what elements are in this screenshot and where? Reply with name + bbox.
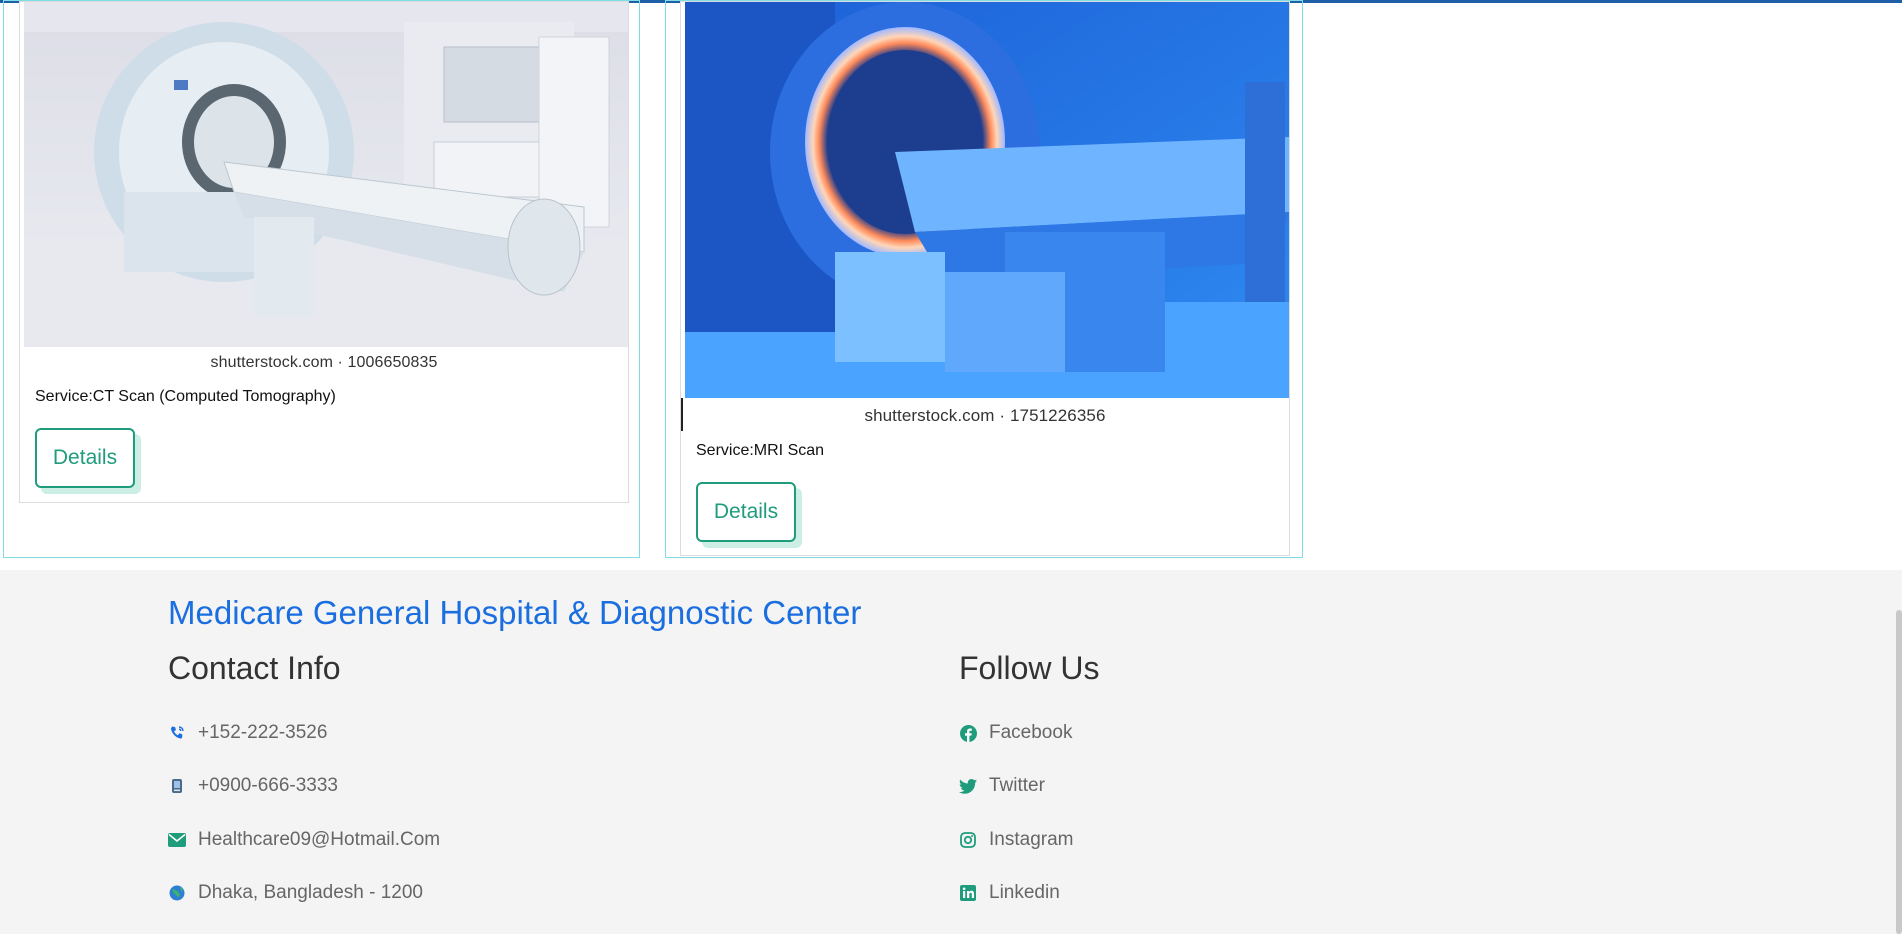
contact-text: Healthcare09@Hotmail.Com (198, 829, 441, 850)
social-twitter[interactable]: Twitter (959, 775, 1045, 797)
social-facebook[interactable]: Facebook (959, 722, 1072, 744)
phone-icon (168, 724, 186, 742)
service-label: Service:MRI Scan (696, 442, 825, 459)
contact-email[interactable]: Healthcare09@Hotmail.Com (168, 829, 440, 851)
image-watermark: shutterstock.com · 1751226356 (864, 406, 1106, 425)
twitter-icon (959, 777, 977, 795)
service-card-mri: shutterstock.com · 1751226356 Service:MR… (680, 1, 1290, 556)
globe-icon (168, 884, 186, 902)
mri-scanner-image (685, 2, 1289, 398)
footer-brand[interactable]: Medicare General Hospital & Diagnostic C… (168, 594, 861, 632)
contact-text: Dhaka, Bangladesh - 1200 (198, 882, 423, 903)
social-linkedin[interactable]: Linkedin (959, 882, 1060, 904)
linkedin-icon (959, 884, 977, 902)
follow-us-heading: Follow Us (959, 650, 1100, 686)
social-text: Twitter (989, 775, 1045, 796)
service-column-ct: shutterstock.com · 1006650835 Service:CT… (3, 0, 640, 558)
ct-scanner-image (24, 2, 628, 347)
contact-text: +0900-666-3333 (198, 775, 338, 796)
service-column-mri: shutterstock.com · 1751226356 Service:MR… (665, 0, 1303, 558)
image-watermark: shutterstock.com · 1006650835 (210, 354, 438, 371)
contact-mobile[interactable]: +0900-666-3333 (168, 775, 338, 797)
social-text: Linkedin (989, 882, 1060, 903)
facebook-icon (959, 724, 977, 742)
envelope-icon (168, 831, 186, 849)
details-button[interactable]: Details (35, 428, 135, 488)
contact-phone[interactable]: +152-222-3526 (168, 722, 327, 744)
social-text: Instagram (989, 829, 1074, 850)
scrollbar-thumb[interactable] (1896, 610, 1902, 934)
contact-address[interactable]: Dhaka, Bangladesh - 1200 (168, 882, 423, 904)
contact-info-heading: Contact Info (168, 650, 341, 686)
social-instagram[interactable]: Instagram (959, 829, 1073, 851)
mobile-icon (168, 777, 186, 795)
service-card-ct: shutterstock.com · 1006650835 Service:CT… (19, 1, 629, 503)
contact-text: +152-222-3526 (198, 722, 328, 743)
service-label: Service:CT Scan (Computed Tomography) (35, 388, 336, 405)
social-text: Facebook (989, 722, 1073, 743)
instagram-icon (959, 831, 977, 849)
details-button[interactable]: Details (696, 482, 796, 542)
site-footer: Medicare General Hospital & Diagnostic C… (0, 570, 1902, 934)
